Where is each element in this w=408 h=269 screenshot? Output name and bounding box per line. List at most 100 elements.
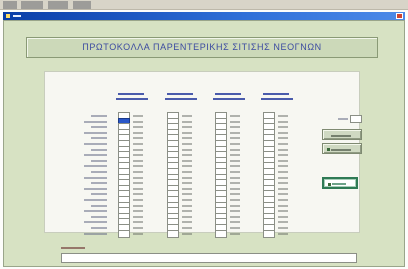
unit-label <box>133 204 143 207</box>
unit-label <box>133 154 143 157</box>
unit-label <box>182 115 192 117</box>
unit-label <box>133 199 143 201</box>
unit-label <box>133 227 143 229</box>
unit-label <box>182 137 192 140</box>
header-panel: ΠΡΩΤΟΚΟΛΛΑ ΠΑΡΕΝΤΕΡΙΚΗΣ ΣΙΤΙΣΗΣ ΝΕΟΓΝΩΝ <box>26 37 378 58</box>
comments-label <box>61 247 85 249</box>
row-label <box>91 171 107 173</box>
unit-label <box>182 187 192 190</box>
unit-label <box>133 137 143 140</box>
comments-input[interactable] <box>61 253 357 263</box>
unit-label <box>278 215 288 218</box>
action-button-2-icon <box>327 148 330 151</box>
action-button-2-label <box>331 149 351 151</box>
unit-label <box>133 148 143 151</box>
unit-label <box>182 232 192 235</box>
unit-label <box>278 227 288 229</box>
unit-label <box>230 199 240 201</box>
col-1-header <box>116 92 150 104</box>
unit-label <box>133 115 143 117</box>
menu-4[interactable] <box>73 1 91 9</box>
unit-label <box>230 182 240 185</box>
unit-label <box>230 171 240 173</box>
unit-label <box>133 176 143 179</box>
unit-label <box>230 227 240 229</box>
action-button-3-label <box>332 183 346 185</box>
unit-label <box>133 171 143 173</box>
unit-label <box>230 131 240 134</box>
protocol-form <box>44 71 360 238</box>
row-label <box>91 227 107 229</box>
dose-input[interactable] <box>215 229 227 238</box>
unit-label <box>230 120 240 123</box>
unit-label <box>230 204 240 207</box>
unit-label <box>182 221 192 224</box>
row-label <box>84 143 107 145</box>
menu-1[interactable] <box>3 1 17 9</box>
side-field-label <box>338 118 348 120</box>
unit-label <box>133 232 143 235</box>
unit-label <box>133 210 143 213</box>
unit-label <box>230 148 240 151</box>
action-button-3[interactable] <box>322 177 358 189</box>
unit-label <box>278 210 288 213</box>
unit-label <box>278 154 288 157</box>
unit-label <box>230 159 240 162</box>
unit-label <box>133 187 143 190</box>
row-label <box>84 232 107 235</box>
unit-label <box>278 193 288 196</box>
row-label <box>84 199 107 201</box>
row-label <box>91 115 107 117</box>
unit-label <box>182 131 192 134</box>
unit-label <box>182 193 192 196</box>
unit-label <box>182 143 192 145</box>
row-label <box>91 193 107 196</box>
unit-label <box>133 165 143 168</box>
side-field-input[interactable] <box>350 115 362 123</box>
unit-label <box>182 171 192 173</box>
unit-label <box>278 182 288 185</box>
window-titlebar <box>3 12 405 20</box>
close-icon[interactable] <box>396 13 403 19</box>
unit-label <box>278 137 288 140</box>
row-label <box>84 131 107 134</box>
unit-label <box>230 115 240 117</box>
menu-2[interactable] <box>21 1 43 9</box>
unit-label <box>278 221 288 224</box>
row-label <box>84 165 107 168</box>
unit-label <box>133 193 143 196</box>
unit-label <box>133 221 143 224</box>
row-label <box>84 154 107 157</box>
unit-label <box>278 165 288 168</box>
row-label <box>91 182 107 185</box>
unit-label <box>278 187 288 190</box>
unit-label <box>182 120 192 123</box>
unit-label <box>230 193 240 196</box>
unit-label <box>133 159 143 162</box>
dose-input[interactable] <box>118 229 130 238</box>
dose-input[interactable] <box>263 229 275 238</box>
action-button-1-label <box>331 135 351 137</box>
unit-label <box>230 215 240 218</box>
unit-label <box>230 143 240 145</box>
unit-label <box>182 148 192 151</box>
form-window: ΠΡΩΤΟΚΟΛΛΑ ΠΑΡΕΝΤΕΡΙΚΗΣ ΣΙΤΙΣΗΣ ΝΕΟΓΝΩΝ <box>3 20 405 267</box>
row-label <box>84 176 107 179</box>
unit-label <box>182 227 192 229</box>
unit-label <box>230 232 240 235</box>
row-label <box>84 210 107 213</box>
unit-label <box>278 199 288 201</box>
row-label <box>91 215 107 218</box>
unit-label <box>182 176 192 179</box>
action-button-1[interactable] <box>322 129 362 140</box>
dose-input[interactable] <box>167 229 179 238</box>
window-title <box>13 15 21 17</box>
unit-label <box>182 165 192 168</box>
unit-label <box>278 131 288 134</box>
row-label <box>84 221 107 224</box>
action-button-2[interactable] <box>322 143 362 154</box>
menu-3[interactable] <box>48 1 68 9</box>
unit-label <box>182 210 192 213</box>
row-label <box>91 126 107 129</box>
unit-label <box>230 137 240 140</box>
